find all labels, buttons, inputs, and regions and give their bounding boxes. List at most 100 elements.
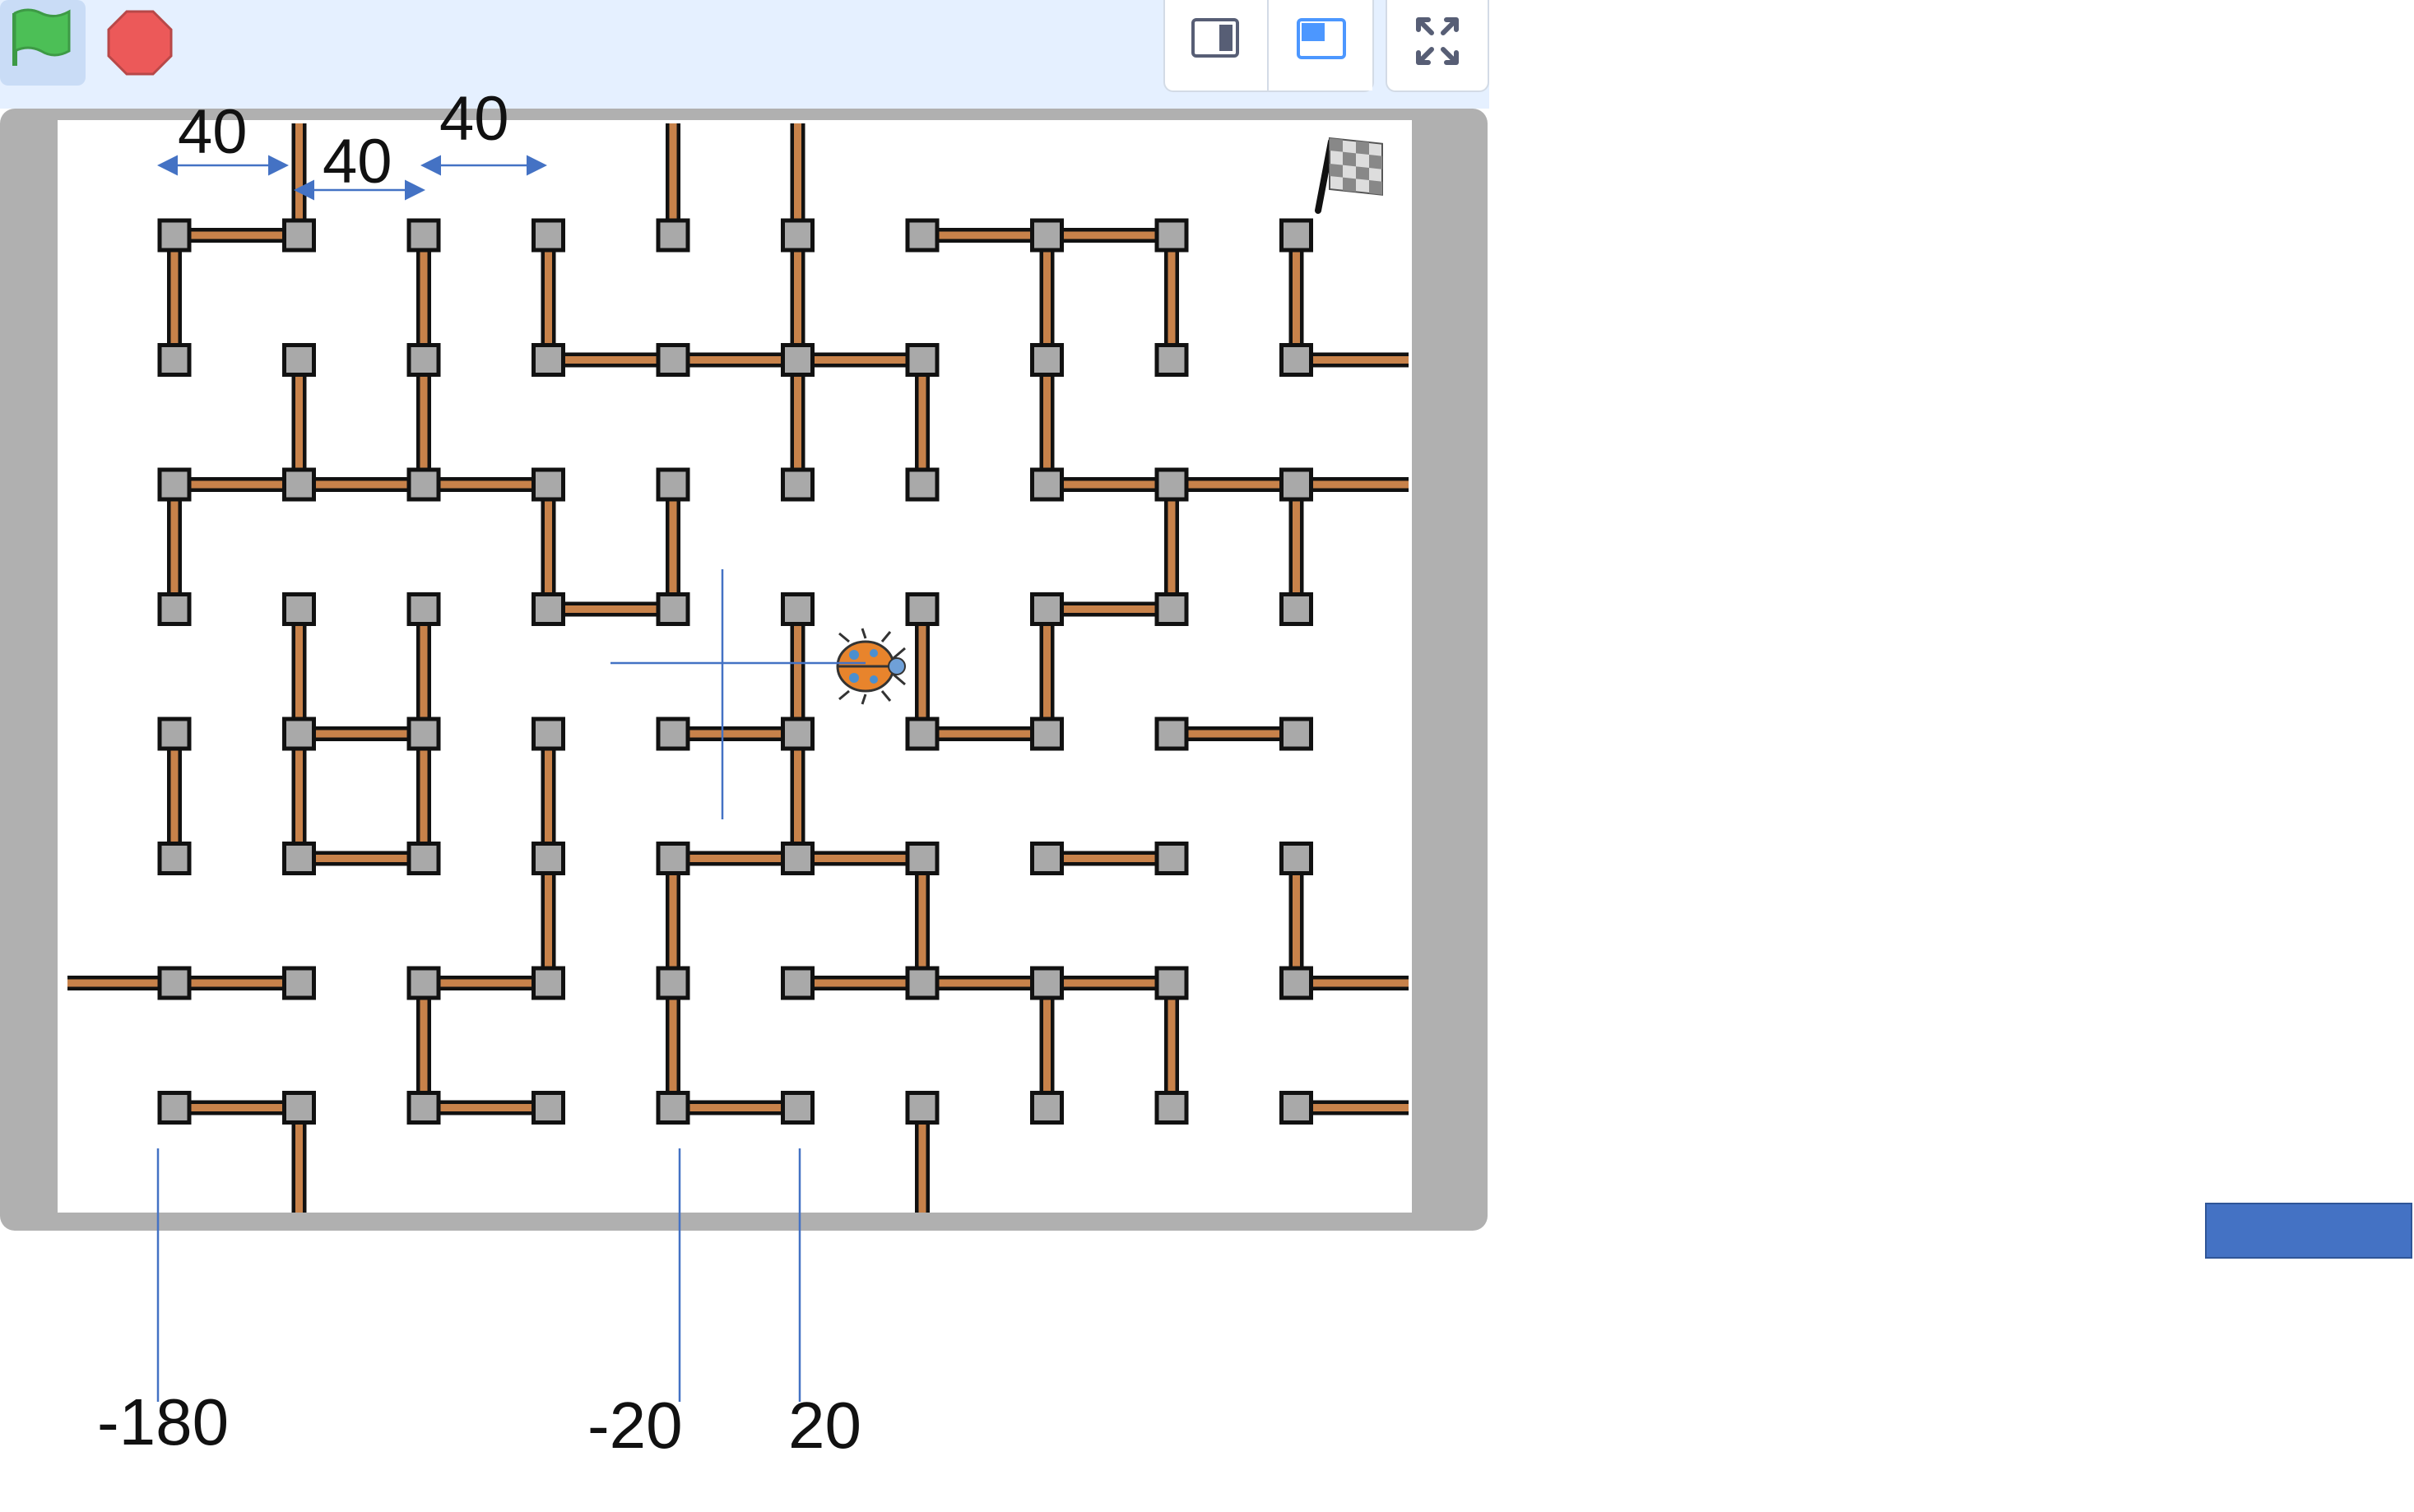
- x-label: -20: [587, 1389, 683, 1462]
- maze-post: [656, 842, 690, 875]
- maze-post: [282, 717, 316, 751]
- maze-post: [781, 467, 815, 502]
- maze-post: [282, 592, 316, 626]
- maze-post: [1030, 592, 1064, 626]
- maze-post: [656, 966, 690, 1000]
- maze-post: [157, 966, 192, 1000]
- maze-post: [1279, 343, 1313, 377]
- stop-icon: [107, 10, 173, 76]
- maze-post: [781, 1091, 815, 1125]
- maze-post: [781, 218, 815, 253]
- x-label: 20: [788, 1389, 861, 1462]
- maze-post: [282, 467, 316, 502]
- maze-post: [1154, 717, 1189, 751]
- maze-post: [1030, 343, 1064, 377]
- maze-post: [656, 592, 690, 626]
- maze-post: [406, 842, 441, 875]
- small-stage-layout-icon: [1191, 18, 1239, 58]
- maze-post: [1154, 592, 1189, 626]
- maze-post: [406, 1091, 441, 1125]
- maze-post: [282, 1091, 316, 1125]
- fullscreen-button[interactable]: [1386, 0, 1489, 92]
- maze-post: [1030, 467, 1064, 502]
- x-label: -180: [97, 1385, 229, 1459]
- normal-stage-layout-icon: [1297, 18, 1346, 59]
- green-flag-icon: [12, 8, 71, 66]
- maze-post: [1030, 717, 1064, 751]
- maze-post: [781, 842, 815, 875]
- maze-post: [656, 218, 690, 253]
- maze-post: [1154, 467, 1189, 502]
- maze-post: [406, 717, 441, 751]
- maze-post: [282, 842, 316, 875]
- maze-post: [1154, 1091, 1189, 1125]
- maze-post: [157, 467, 192, 502]
- maze-post: [781, 717, 815, 751]
- maze-post: [1154, 966, 1189, 1000]
- maze-post: [905, 592, 940, 626]
- maze-post: [532, 842, 565, 875]
- maze-post: [905, 467, 940, 502]
- maze-post: [406, 467, 441, 502]
- maze-post: [905, 218, 940, 253]
- normal-stage-button[interactable]: [1269, 0, 1372, 90]
- maze-post: [282, 218, 316, 253]
- maze-post: [1030, 842, 1064, 875]
- maze-post: [532, 467, 565, 502]
- maze-post: [781, 966, 815, 1000]
- maze-post: [532, 966, 565, 1000]
- maze-post: [656, 717, 690, 751]
- maze-post: [406, 343, 441, 377]
- maze-post: [406, 592, 441, 626]
- maze-post: [905, 842, 940, 875]
- maze-post: [905, 1091, 940, 1125]
- stop-button[interactable]: [97, 0, 183, 86]
- maze-post: [1279, 592, 1313, 626]
- maze-post: [282, 343, 316, 377]
- maze-post: [157, 1091, 192, 1125]
- maze-post: [1279, 1091, 1313, 1125]
- stage-layout-toggle: [1163, 0, 1374, 92]
- maze-post: [905, 343, 940, 377]
- maze-post: [406, 966, 441, 1000]
- maze-post: [406, 218, 441, 253]
- blue-shape: [2205, 1203, 2412, 1259]
- maze-post: [1279, 467, 1313, 502]
- maze-post: [656, 1091, 690, 1125]
- maze-post: [532, 343, 565, 377]
- maze-post: [1030, 218, 1064, 253]
- maze-post: [1154, 842, 1189, 875]
- fullscreen-icon: [1416, 17, 1459, 65]
- maze-post: [781, 343, 815, 377]
- maze-post: [1154, 218, 1189, 253]
- maze-post: [905, 717, 940, 751]
- maze-post: [656, 343, 690, 377]
- maze: [67, 123, 1409, 1213]
- maze-post: [1279, 218, 1313, 253]
- maze-post: [1279, 717, 1313, 751]
- maze-post: [1030, 1091, 1064, 1125]
- maze-post: [157, 218, 192, 253]
- maze-post: [781, 592, 815, 626]
- maze-post: [1030, 966, 1064, 1000]
- maze-post: [532, 592, 565, 626]
- maze-post: [1279, 966, 1313, 1000]
- stage-toolbar: [0, 0, 1489, 109]
- maze-post: [157, 842, 192, 875]
- maze-post: [532, 717, 565, 751]
- maze-post: [532, 1091, 565, 1125]
- maze-post: [1154, 343, 1189, 377]
- stage[interactable]: [58, 120, 1412, 1213]
- maze-post: [282, 966, 316, 1000]
- green-flag-button[interactable]: [0, 0, 86, 86]
- maze-post: [532, 218, 565, 253]
- maze-post: [656, 467, 690, 502]
- maze-post: [157, 592, 192, 626]
- maze-post: [905, 966, 940, 1000]
- small-stage-button[interactable]: [1165, 0, 1269, 90]
- maze-post: [157, 717, 192, 751]
- checkered-flag-icon: [1315, 137, 1383, 214]
- maze-post: [157, 343, 192, 377]
- maze-post: [1279, 842, 1313, 875]
- ladybug-icon[interactable]: [836, 628, 906, 705]
